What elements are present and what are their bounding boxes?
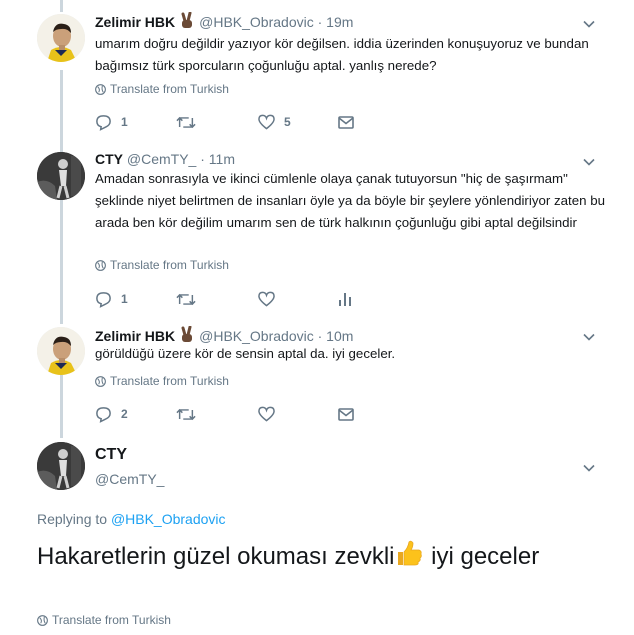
tweet-text: umarım doğru değildir yazıyor kör değils… [95,36,589,73]
like-icon [258,406,275,422]
chevron-down-icon[interactable] [583,17,595,29]
translate-link[interactable]: Translate from Turkish [37,613,171,627]
display-name[interactable]: Zelimir HBK [95,14,175,30]
chevron-down-icon[interactable] [583,461,595,473]
globe-icon [37,615,48,626]
main-tweet-text: Hakaretlerin güzel okuması zevkli iyi ge… [37,538,597,578]
retweet-icon [176,293,196,305]
globe-icon [95,260,106,271]
handle[interactable]: @HBK_Obradovic [199,328,314,344]
message-button[interactable] [338,112,354,132]
main-text-part: Hakaretlerin güzel okuması zevkli [37,543,395,570]
handle[interactable]: @CemTY_ [127,151,196,167]
avatar[interactable] [37,327,85,375]
like-icon [258,114,275,130]
tweet-text: Amadan sonrasıyla ve ikinci cümlenle ola… [95,171,605,230]
chevron-down-icon[interactable] [583,330,595,342]
retweet-icon [176,408,196,420]
avatar[interactable] [37,14,85,62]
globe-icon [95,376,106,387]
tweet[interactable]: Zelimir HBK @HBK_Obradovic · 19m umarım d… [0,0,634,140]
timestamp[interactable]: 10m [326,328,353,344]
translate-label: Translate from Turkish [110,258,229,272]
handle[interactable]: @CemTY_ [95,471,164,487]
display-name[interactable]: Zelimir HBK [95,328,175,344]
like-count: 5 [284,115,291,129]
translate-label: Translate from Turkish [52,613,171,627]
reply-button[interactable]: 2 [95,404,128,424]
analytics-icon [339,293,351,306]
replying-to: Replying to @HBK_Obradovic [37,511,226,527]
reply-icon [96,114,111,131]
tweet-text: görüldüğü üzere kör de sensin aptal da. … [95,346,396,361]
retweet-button[interactable] [176,289,196,309]
avatar[interactable] [37,152,85,200]
translate-label: Translate from Turkish [110,374,229,388]
display-name[interactable]: CTY [95,151,123,167]
analytics-button[interactable] [338,289,352,309]
thumbs-up-emoji [394,538,424,578]
like-button[interactable] [258,404,275,424]
handle[interactable]: @HBK_Obradovic [199,14,314,30]
like-button[interactable] [258,289,275,309]
translate-link[interactable]: Translate from Turkish [95,82,229,96]
reply-button[interactable]: 1 [95,289,128,309]
tweet[interactable]: CTY @CemTY_ · 11m Amadan sonrasıyla ve i… [0,140,634,315]
reply-count: 1 [121,292,128,306]
victory-hand-emoji [179,11,195,33]
reply-icon [96,406,111,423]
retweet-button[interactable] [176,112,196,132]
translate-link[interactable]: Translate from Turkish [95,258,229,272]
retweet-icon [176,116,196,128]
translate-label: Translate from Turkish [110,82,229,96]
translate-link[interactable]: Translate from Turkish [95,374,229,388]
timestamp[interactable]: 19m [326,14,353,30]
reply-icon [96,291,111,308]
display-name[interactable]: CTY [95,446,127,464]
like-button[interactable]: 5 [258,112,291,132]
message-icon [338,115,354,129]
replying-prefix: Replying to [37,511,108,527]
reply-count: 2 [121,407,128,421]
replying-to-link[interactable]: @HBK_Obradovic [111,511,226,527]
reply-count: 1 [121,115,128,129]
main-text-part: iyi geceler [424,543,540,570]
reply-button[interactable]: 1 [95,112,128,132]
like-icon [258,291,275,307]
timestamp[interactable]: 11m [209,151,235,167]
avatar[interactable] [37,442,85,490]
message-button[interactable] [338,404,354,424]
retweet-button[interactable] [176,404,196,424]
chevron-down-icon[interactable] [583,155,595,167]
globe-icon [95,84,106,95]
tweet[interactable]: Zelimir HBK @HBK_Obradovic · 10m görüldüğ… [0,315,634,435]
message-icon [338,407,354,421]
